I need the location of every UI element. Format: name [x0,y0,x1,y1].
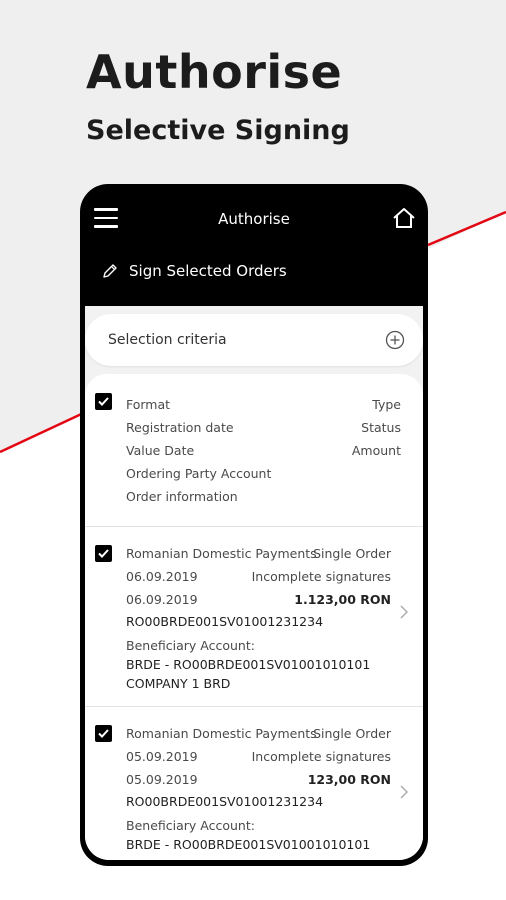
order-type: Single Order [313,726,391,741]
order-format: Romanian Domestic Payments [126,726,317,741]
sign-selected-orders-label: Sign Selected Orders [129,262,287,280]
order-ordering-account: RO00BRDE001SV01001231234 [126,614,324,629]
plus-circle-icon[interactable] [385,330,405,350]
order-status: Incomplete signatures [251,569,391,584]
chevron-right-icon[interactable] [399,605,409,619]
order-beneficiary-label: Beneficiary Account: [126,818,255,833]
order-beneficiary-name: COMPANY 1 BRD [126,676,231,691]
phone-screen: Authorise Sign Selected Orders Selection… [85,188,423,860]
order-ordering-account: RO00BRDE001SV01001231234 [126,794,324,809]
order-amount: 1.123,00 RON [294,592,391,607]
order-type: Single Order [313,546,391,561]
pencil-icon [103,264,117,278]
order-checkbox[interactable] [95,545,112,562]
header-format: Format [126,397,171,412]
order-checkbox[interactable] [95,725,112,742]
order-amount: 123,00 RON [307,772,391,787]
orders-list: Format Registration date Value Date Orde… [85,374,423,860]
sign-selected-orders-button[interactable]: Sign Selected Orders [101,262,287,280]
list-header-row: Format Registration date Value Date Orde… [85,374,423,527]
hero-subtitle: Selective Signing [86,115,350,146]
header-order-information: Order information [126,489,238,504]
selection-criteria-label: Selection criteria [108,332,227,348]
app-bar-title: Authorise [218,210,290,228]
order-value-date: 05.09.2019 [126,772,198,787]
select-all-checkbox[interactable] [95,393,112,410]
order-registration-date: 05.09.2019 [126,749,198,764]
order-format: Romanian Domestic Payments [126,546,317,561]
order-beneficiary-account: BRDE - RO00BRDE001SV01001010101 [126,657,371,672]
header-registration-date: Registration date [126,420,234,435]
order-beneficiary-account: BRDE - RO00BRDE001SV01001010101 [126,837,371,852]
order-status: Incomplete signatures [251,749,391,764]
order-row[interactable]: Romanian Domestic Payments Single Order … [85,527,423,707]
content-area: Selection criteria Format Registration d… [85,306,423,860]
order-beneficiary-label: Beneficiary Account: [126,638,255,653]
selection-criteria-bar[interactable]: Selection criteria [85,314,423,366]
phone-frame: Authorise Sign Selected Orders Selection… [80,184,428,866]
chevron-right-icon[interactable] [399,785,409,799]
header-amount: Amount [351,443,401,458]
order-value-date: 06.09.2019 [126,592,198,607]
order-row[interactable]: Romanian Domestic Payments Single Order … [85,707,423,860]
home-icon[interactable] [391,206,417,230]
order-registration-date: 06.09.2019 [126,569,198,584]
hero-title: Authorise [86,45,343,99]
header-value-date: Value Date [126,443,195,458]
header-type: Type [372,397,401,412]
app-bar: Authorise Sign Selected Orders [85,188,423,308]
header-status: Status [361,420,401,435]
header-ordering-party-account: Ordering Party Account [126,466,272,481]
